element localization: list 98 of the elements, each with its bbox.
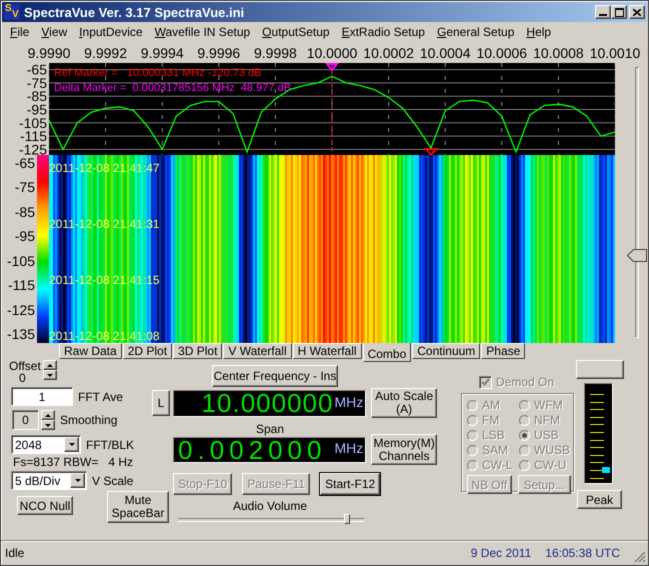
tab[interactable]: H Waterfall	[292, 343, 362, 359]
axis-label: 9.9996	[197, 45, 240, 61]
axis-label: -105	[18, 114, 47, 131]
mute-button[interactable]: Mute SpaceBar	[107, 491, 169, 523]
demod-label: Demod On	[496, 375, 554, 389]
mode-label: LSB	[482, 428, 505, 442]
frequency-value: 10.000000	[202, 391, 334, 416]
frequency-unit: MHz	[334, 394, 364, 410]
fft-size-label: FFT/BLK	[86, 438, 134, 452]
fft-size-dropdown[interactable]: 2048	[11, 435, 81, 454]
scale-label: -95	[14, 228, 35, 246]
resize-grip-icon[interactable]	[634, 551, 646, 563]
close-button[interactable]	[629, 5, 645, 19]
audio-volume-label: Audio Volume	[232, 500, 308, 513]
minimize-button[interactable]	[595, 5, 611, 19]
axis-label: 10.0008	[533, 45, 584, 61]
axis-label: 10.0006	[476, 45, 528, 61]
nco-null-button[interactable]: NCO Null	[17, 496, 73, 515]
window-title: SpectraVue Ver. 3.17 SpectraVue.ini	[24, 4, 244, 20]
scale-label: -85	[14, 204, 35, 221]
tab[interactable]: Phase	[481, 343, 526, 359]
span-value: 0.002000	[178, 438, 326, 462]
maximize-icon	[614, 8, 624, 16]
dropdown-button[interactable]	[70, 473, 85, 488]
offset-value: 0	[18, 372, 27, 384]
menu-item[interactable]: InputDevice	[73, 24, 149, 38]
mode-label: CW-U	[534, 458, 566, 472]
menu-item[interactable]: Wavefile IN Setup	[148, 24, 256, 38]
scale-label: -115	[8, 277, 35, 294]
offset-label: Offset	[9, 360, 41, 372]
spin-up-button[interactable]	[42, 360, 57, 370]
menu-item[interactable]: ExtRadio Setup	[336, 24, 431, 38]
axis-label: 10.0010	[590, 45, 640, 61]
close-icon	[633, 8, 641, 16]
mode-label: CW-L	[482, 458, 512, 472]
menu-item[interactable]: General Setup	[430, 24, 520, 38]
scale-label: -65	[14, 155, 35, 172]
tab[interactable]: Combo	[362, 343, 412, 362]
menu-item[interactable]: File	[4, 24, 36, 38]
sample-rate-info: Fs=8137 RBW= 4 Hz	[13, 455, 134, 469]
auto-scale-button[interactable]: Auto Scale (A)	[371, 388, 437, 418]
status-date: 9 Dec 2011	[470, 546, 532, 560]
fft-ave-field[interactable]: 1	[11, 387, 73, 406]
dropdown-button[interactable]	[64, 437, 79, 452]
scale-label: -135	[6, 326, 35, 343]
span-label: Span	[254, 422, 286, 436]
memory-channels-button[interactable]: Memory(M) Channels	[371, 434, 437, 465]
center-frequency-button[interactable]: Center Frequency - Ins	[212, 365, 338, 387]
tab[interactable]: V Waterfall	[223, 343, 292, 359]
mode-label: NFM	[534, 413, 560, 427]
v-scale-label: V Scale	[92, 474, 134, 488]
mode-label: WFM	[534, 398, 563, 412]
status-text: Idle	[5, 546, 24, 560]
lock-button[interactable]: L	[152, 390, 170, 416]
scale-label: -125	[6, 302, 35, 319]
peak-button[interactable]: Peak	[577, 490, 622, 509]
axis-label: 10.0002	[363, 45, 414, 61]
app-logo: SV	[4, 4, 20, 20]
menu-item[interactable]: OutputSetup	[256, 24, 336, 38]
audio-volume-slider[interactable]	[178, 514, 364, 524]
spin-up-button[interactable]	[41, 410, 55, 420]
mode-label: WUSB	[534, 443, 570, 457]
span-unit: MHz	[334, 440, 364, 456]
scale-label: -105	[6, 252, 35, 270]
tab[interactable]: Continuum	[412, 343, 480, 359]
spin-down-button[interactable]	[41, 420, 55, 430]
slider-thumb[interactable]	[626, 248, 646, 262]
mode-label: AM	[482, 398, 500, 412]
axis-label: -85	[26, 88, 47, 104]
blank-button[interactable]	[576, 360, 624, 379]
scale-label: -75	[14, 179, 35, 196]
smoothing-label: Smoothing	[60, 413, 118, 427]
maximize-button[interactable]	[611, 5, 627, 19]
mode-label: SAM	[482, 443, 508, 457]
axis-label: 10.0000	[306, 45, 358, 61]
axis-label: -95	[26, 102, 47, 118]
axis-label: 9.9992	[84, 45, 128, 61]
transport-button[interactable]: Start-F12	[320, 473, 380, 495]
mode-label: USB	[534, 428, 559, 442]
v-scale-dropdown[interactable]: 5 dB/Div	[11, 471, 87, 490]
axis-label: 9.9990	[28, 45, 70, 61]
marker-icon[interactable]	[324, 63, 340, 72]
axis-label: 9.9994	[140, 45, 184, 61]
spin-down-button[interactable]	[42, 370, 57, 380]
tab[interactable]: 3D Plot	[173, 343, 222, 359]
axis-label: 9.9998	[254, 45, 297, 61]
tab[interactable]: Raw Data	[59, 343, 122, 359]
marker-readout: Ref Marker = 10.000331 MHz -120.73 dB	[54, 67, 262, 79]
minimize-icon	[599, 14, 607, 16]
tab[interactable]: 2D Plot	[122, 343, 172, 359]
status-time: 16:05:38 UTC	[545, 546, 620, 560]
marker-icon[interactable]	[424, 148, 438, 157]
fft-ave-label: FFT Ave	[78, 390, 123, 404]
mode-label: FM	[482, 413, 500, 427]
axis-label: 10.0004	[420, 45, 470, 61]
smoothing-field[interactable]: 0	[12, 410, 39, 430]
menu-item[interactable]: View	[35, 24, 74, 38]
menu-item[interactable]: Help	[520, 24, 558, 38]
